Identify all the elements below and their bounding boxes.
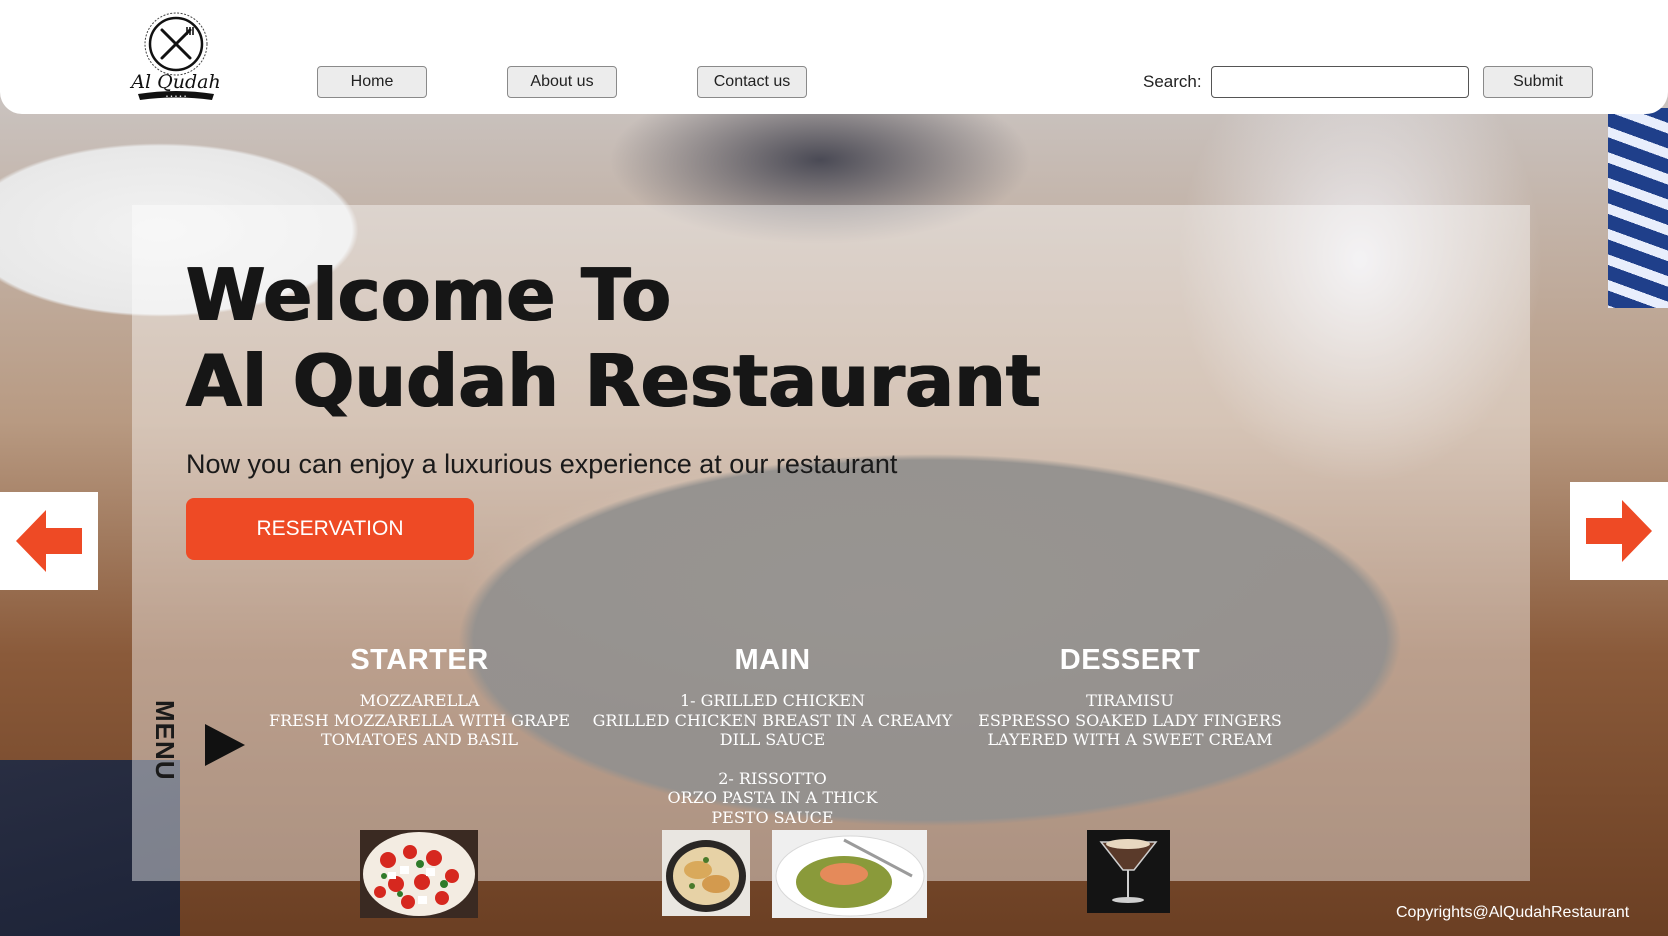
menu-heading-starter: STARTER — [350, 644, 489, 676]
arrow-right-icon — [1586, 500, 1652, 562]
nav-about-button[interactable]: About us — [507, 66, 617, 98]
restaurant-logo[interactable]: Al Qudah • • • • • — [124, 6, 228, 106]
hero-title-line2: Al Qudah Restaurant — [186, 339, 1042, 423]
previous-slide-button[interactable] — [0, 492, 98, 590]
hero-subtitle: Now you can enjoy a luxurious experience… — [186, 449, 898, 479]
main-chicken-skillet-image — [662, 830, 750, 916]
menu-vertical-label: MENU — [150, 700, 180, 781]
menu-item-tiramisu: TIRAMISU ESPRESSO SOAKED LADY FINGERS LA… — [978, 691, 1282, 749]
search-input[interactable] — [1211, 66, 1469, 98]
hero-title: Welcome To Al Qudah Restaurant — [186, 252, 1041, 424]
menu-item-mozzarella: MOZZARELLA FRESH MOZZARELLA WITH GRAPE T… — [268, 691, 571, 749]
menu-column-starter: STARTER MOZZARELLA FRESH MOZZARELLA WITH… — [262, 644, 577, 750]
search-submit-button[interactable]: Submit — [1483, 66, 1593, 98]
menu-item-rissotto: 2- RISSOTTO ORZO PASTA IN A THICK PESTO … — [667, 768, 878, 827]
copyright-text: Copyrights@AlQudahRestaurant — [1396, 904, 1630, 921]
main-risotto-salmon-image — [772, 830, 927, 918]
menu-column-main: MAIN 1- GRILLED CHICKEN GRILLED CHICKEN … — [585, 644, 960, 827]
background-bottle — [1608, 108, 1668, 308]
menu-column-dessert: DESSERT TIRAMISU ESPRESSO SOAKED LADY FI… — [970, 644, 1290, 750]
nav-contact-button[interactable]: Contact us — [697, 66, 807, 98]
starter-salad-image — [360, 830, 478, 918]
search-label: Search: — [1143, 72, 1202, 91]
svg-text:Al Qudah: Al Qudah — [129, 71, 220, 93]
fork-knife-logo-icon: Al Qudah • • • • • — [129, 12, 221, 100]
dessert-tiramisu-image — [1087, 830, 1170, 913]
site-header: Al Qudah • • • • • Home About us Contact… — [0, 0, 1668, 114]
nav-home-button[interactable]: Home — [317, 66, 427, 98]
next-slide-button[interactable] — [1570, 482, 1668, 580]
menu-heading-main: MAIN — [734, 644, 811, 676]
reservation-button[interactable]: RESERVATION — [186, 498, 474, 560]
arrow-left-icon — [16, 510, 82, 572]
menu-heading-dessert: DESSERT — [1059, 644, 1201, 676]
hero-title-line1: Welcome To — [186, 253, 672, 337]
menu-item-grilled-chicken: 1- GRILLED CHICKEN GRILLED CHICKEN BREAS… — [592, 691, 953, 749]
svg-text:• • • • •: • • • • • — [165, 94, 186, 100]
play-triangle-icon[interactable] — [205, 724, 245, 766]
